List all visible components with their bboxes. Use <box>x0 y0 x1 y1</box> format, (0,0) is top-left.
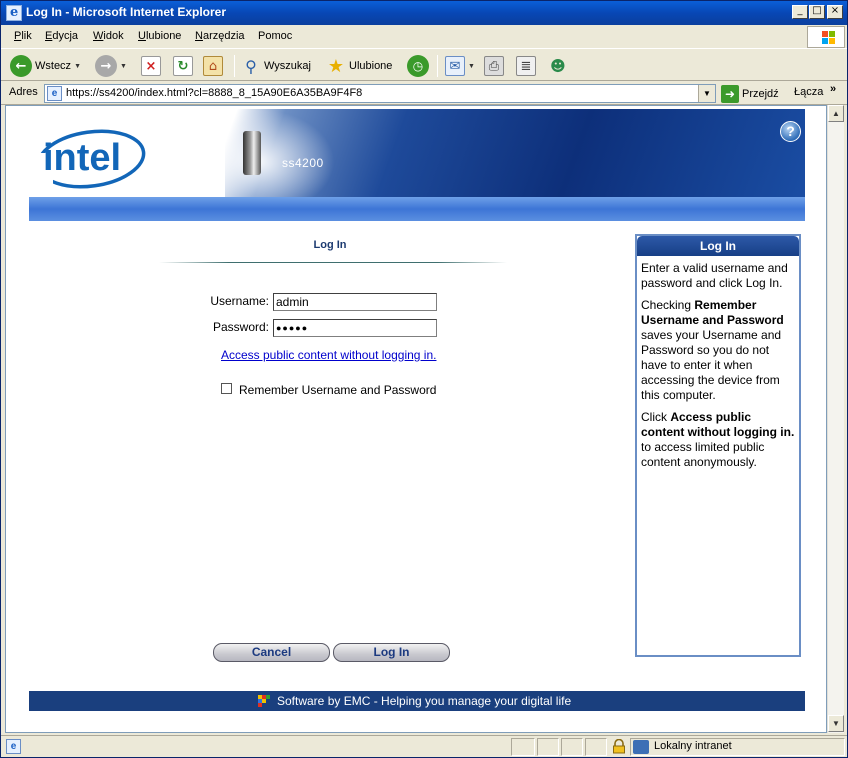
status-panel <box>585 738 607 756</box>
secure-lock-icon[interactable] <box>612 739 626 754</box>
intranet-zone-icon <box>633 740 649 754</box>
status-panel <box>561 738 583 756</box>
emc-logo-icon <box>258 695 270 707</box>
address-dropdown-button[interactable]: ▼ <box>698 85 715 102</box>
history-button[interactable]: ◷ <box>407 53 429 79</box>
search-button[interactable]: ⚲ Wyszukaj <box>241 53 311 79</box>
footer-text: Software by EMC - Helping you manage you… <box>277 694 572 708</box>
home-icon: ⌂ <box>203 56 223 76</box>
stop-button[interactable]: × <box>141 53 161 79</box>
status-panel <box>511 738 535 756</box>
sidebar-paragraph: Click Access public content without logg… <box>641 410 795 469</box>
title-divider <box>159 262 507 263</box>
browser-window: Log In - Microsoft Internet Explorer _ □… <box>0 0 848 758</box>
sidebar-paragraph: Checking Remember Username and Password … <box>641 298 784 402</box>
refresh-icon: ↻ <box>173 56 193 76</box>
remember-checkbox[interactable] <box>221 383 232 394</box>
go-arrow-icon: ➜ <box>721 84 739 103</box>
page-header: intel ss4200 ? <box>29 109 805 197</box>
nas-device-icon <box>243 131 261 175</box>
password-label: Password: <box>212 320 269 334</box>
print-button[interactable]: ⎙ <box>484 53 504 79</box>
status-panel <box>537 738 559 756</box>
title-bar: Log In - Microsoft Internet Explorer _ □… <box>1 1 847 25</box>
security-zone-label: Lokalny intranet <box>654 740 732 752</box>
header-stripe <box>29 197 805 221</box>
links-chevron-icon[interactable]: » <box>830 83 836 95</box>
favorites-button[interactable]: ★ Ulubione <box>326 53 393 79</box>
edit-page-icon: ≣ <box>516 56 536 76</box>
edit-button[interactable]: ≣ <box>516 53 536 79</box>
vertical-scrollbar[interactable]: ▲ ▼ <box>827 105 844 733</box>
help-sidebar: Log In Enter a valid username and passwo… <box>635 234 801 657</box>
toolbar: ← Wstecz ▼ → ▼ × ↻ ⌂ ⚲ Wyszukaj ★ Ulubio… <box>1 50 847 81</box>
status-page-icon: e <box>6 739 21 754</box>
window-title: Log In - Microsoft Internet Explorer <box>26 5 227 19</box>
mail-dropdown-icon[interactable]: ▼ <box>468 63 475 70</box>
menu-file[interactable]: Plik <box>14 30 32 42</box>
scroll-up-button[interactable]: ▲ <box>828 105 844 122</box>
page-icon: e <box>47 86 62 101</box>
mail-button[interactable]: ✉ ▼ <box>445 53 475 79</box>
public-access-link[interactable]: Access public content without logging in… <box>221 348 436 362</box>
refresh-button[interactable]: ↻ <box>173 53 193 79</box>
search-icon: ⚲ <box>245 56 257 76</box>
messenger-icon: ☻ <box>550 57 566 75</box>
menu-view[interactable]: Widok <box>93 30 124 42</box>
maximize-button[interactable]: □ <box>809 5 825 19</box>
back-arrow-icon: ← <box>10 55 32 77</box>
username-label: Username: <box>210 294 269 308</box>
address-bar: Adres e https://ss4200/index.html?cl=888… <box>1 82 847 105</box>
forward-arrow-icon: → <box>95 55 117 77</box>
address-url[interactable]: https://ss4200/index.html?cl=8888_8_15A9… <box>66 87 362 99</box>
menu-favorites[interactable]: Ulubione <box>138 30 181 42</box>
address-label: Adres <box>9 86 38 98</box>
back-button[interactable]: ← Wstecz ▼ <box>10 53 81 79</box>
toolbar-separator <box>234 55 235 77</box>
home-button[interactable]: ⌂ <box>203 53 223 79</box>
page-viewport: intel ss4200 ? Log In Username: admin Pa… <box>5 105 827 733</box>
scroll-down-button[interactable]: ▼ <box>828 715 844 732</box>
login-title: Log In <box>313 239 347 251</box>
forward-dropdown-icon[interactable]: ▼ <box>120 63 127 70</box>
device-name: ss4200 <box>282 156 324 170</box>
help-icon[interactable]: ? <box>780 121 801 142</box>
remember-label[interactable]: Remember Username and Password <box>239 383 436 397</box>
history-icon: ◷ <box>407 55 429 77</box>
favorites-star-icon: ★ <box>327 55 345 77</box>
menu-tools[interactable]: Narzędzia <box>195 30 245 42</box>
cancel-button[interactable]: Cancel <box>213 643 330 662</box>
sidebar-body: Enter a valid username and password and … <box>641 261 795 477</box>
page-footer: Software by EMC - Helping you manage you… <box>29 691 805 711</box>
print-icon: ⎙ <box>484 56 504 76</box>
menu-bar: Plik Edycja Widok Ulubione Narzędzia Pom… <box>1 25 847 49</box>
windows-logo-icon <box>807 26 845 48</box>
password-input[interactable]: ●●●●● <box>273 319 437 337</box>
messenger-button[interactable]: ☻ <box>548 53 568 79</box>
forward-button[interactable]: → ▼ <box>95 53 127 79</box>
back-dropdown-icon[interactable]: ▼ <box>74 63 81 70</box>
svg-text:intel: intel <box>43 137 121 179</box>
menu-help[interactable]: Pomoc <box>258 30 292 42</box>
ie-app-icon[interactable] <box>6 5 22 21</box>
sidebar-paragraph: Enter a valid username and password and … <box>641 261 788 290</box>
minimize-button[interactable]: _ <box>792 5 808 19</box>
links-button[interactable]: Łącza <box>794 86 823 98</box>
address-input[interactable]: e https://ss4200/index.html?cl=8888_8_15… <box>44 84 716 103</box>
close-button[interactable]: × <box>827 5 843 19</box>
menu-edit[interactable]: Edycja <box>45 30 78 42</box>
stop-icon: × <box>141 56 161 76</box>
status-bar: e Lokalny intranet <box>1 735 847 757</box>
login-page: intel ss4200 ? Log In Username: admin Pa… <box>29 106 805 732</box>
login-button[interactable]: Log In <box>333 643 450 662</box>
username-input[interactable]: admin <box>273 293 437 311</box>
sidebar-title: Log In <box>637 236 799 256</box>
header-glow <box>225 109 335 197</box>
intel-logo: intel <box>35 129 146 189</box>
go-button[interactable]: ➜ Przejdź <box>721 84 779 103</box>
mail-icon: ✉ <box>445 56 465 76</box>
toolbar-separator <box>437 55 438 77</box>
